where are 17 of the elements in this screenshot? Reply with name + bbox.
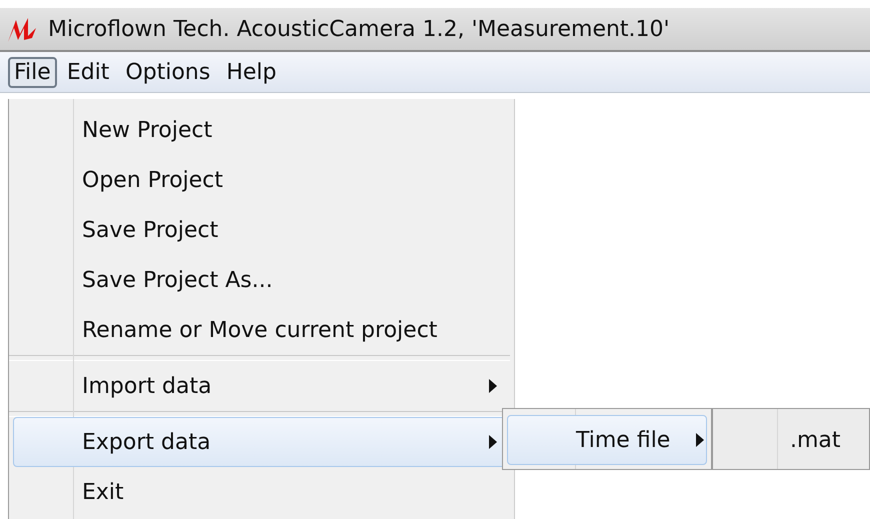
submenu-arrow-icon [489,379,497,393]
menu-item[interactable]: Save Project [13,205,510,255]
menu-item[interactable]: Rename or Move current project [13,305,510,355]
menu-item[interactable]: Time file [507,415,707,465]
submenu-arrow-icon [696,433,704,447]
menu-item[interactable]: .mat [717,415,865,465]
submenu-arrow-icon [489,435,497,449]
menu-title[interactable]: Options [119,56,216,88]
menu-title[interactable]: Edit [60,56,116,88]
menu-item[interactable]: New Project [13,105,510,155]
window-title: Microflown Tech. AcousticCamera 1.2, 'Measurement.10' [48,16,670,42]
menu-title[interactable]: File [8,56,57,88]
menu-item[interactable]: Save Project As... [13,255,510,305]
menu-item[interactable]: Open Project [13,155,510,205]
menu-title[interactable]: Help [220,56,282,88]
menu-item[interactable]: Import data [13,361,510,411]
menu-item[interactable]: Exit [13,467,510,517]
